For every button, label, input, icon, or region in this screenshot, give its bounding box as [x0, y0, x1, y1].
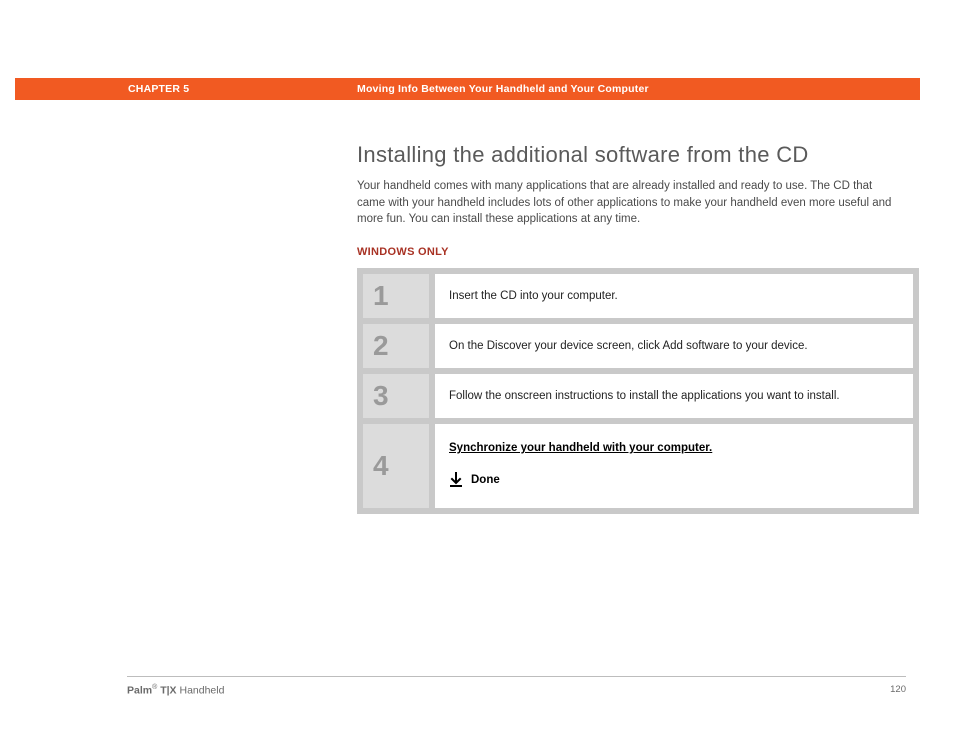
chapter-label: CHAPTER 5: [128, 83, 189, 95]
step-number: 2: [363, 324, 429, 368]
step-body: Follow the onscreen instructions to inst…: [435, 374, 913, 418]
chapter-header-bar: CHAPTER 5 Moving Info Between Your Handh…: [15, 78, 920, 100]
done-row: Done: [449, 472, 500, 488]
chapter-title: Moving Info Between Your Handheld and Yo…: [357, 83, 649, 95]
steps-block: 1 Insert the CD into your computer. 2 On…: [357, 268, 919, 514]
footer-model: T|X: [157, 685, 176, 697]
footer-rest: Handheld: [177, 685, 225, 697]
done-label: Done: [471, 474, 500, 486]
footer-brand-name: Palm: [127, 685, 152, 697]
step-number: 3: [363, 374, 429, 418]
step-row: 2 On the Discover your device screen, cl…: [363, 324, 913, 368]
step-body: On the Discover your device screen, clic…: [435, 324, 913, 368]
step-text: Insert the CD into your computer.: [449, 290, 618, 302]
step-row: 4 Synchronize your handheld with your co…: [363, 424, 913, 508]
step-text: On the Discover your device screen, clic…: [449, 340, 808, 352]
step-row: 1 Insert the CD into your computer.: [363, 274, 913, 318]
footer-brand: Palm® T|X Handheld: [127, 684, 224, 697]
platform-tag: WINDOWS ONLY: [357, 246, 917, 258]
step-row: 3 Follow the onscreen instructions to in…: [363, 374, 913, 418]
main-content: Installing the additional software from …: [357, 142, 917, 514]
step-body: Synchronize your handheld with your comp…: [435, 424, 913, 508]
synchronize-link[interactable]: Synchronize your handheld with your comp…: [449, 442, 712, 454]
footer-rule: [127, 676, 906, 677]
done-arrow-icon: [449, 472, 463, 488]
page-number: 120: [890, 684, 906, 695]
page-heading: Installing the additional software from …: [357, 142, 917, 168]
intro-paragraph: Your handheld comes with many applicatio…: [357, 178, 902, 228]
step-number: 4: [363, 424, 429, 508]
step-text: Follow the onscreen instructions to inst…: [449, 390, 840, 402]
step-number: 1: [363, 274, 429, 318]
step-body: Insert the CD into your computer.: [435, 274, 913, 318]
